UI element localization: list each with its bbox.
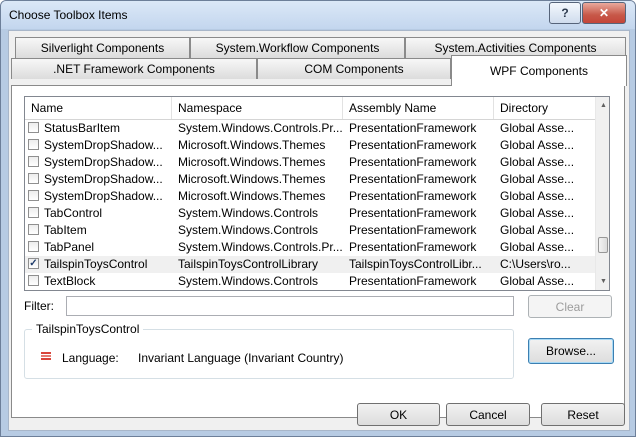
browse-button[interactable]: Browse... [528, 338, 614, 364]
list-header: Name Namespace Assembly Name Directory [25, 97, 595, 120]
filter-label: Filter: [24, 299, 54, 313]
column-header-name[interactable]: Name [25, 97, 172, 119]
scroll-thumb[interactable] [598, 237, 608, 253]
cell-assembly: PresentationFramework [349, 138, 477, 152]
table-row[interactable]: TabPanel System.Windows.Controls.Pr... Pre… [25, 239, 595, 256]
cell-directory: Global Asse... [500, 206, 575, 220]
column-header-assembly-name[interactable]: Assembly Name [343, 97, 494, 119]
cell-name: TabItem [44, 223, 87, 237]
cell-directory: Global Asse... [500, 155, 575, 169]
cell-namespace: Microsoft.Windows.Themes [178, 172, 326, 186]
cell-assembly: PresentationFramework [349, 223, 477, 237]
help-button[interactable]: ? [549, 2, 581, 24]
cell-assembly: PresentationFramework [349, 121, 477, 135]
checkbox-checked[interactable]: ✓ [28, 258, 39, 269]
cell-directory: Global Asse... [500, 189, 575, 203]
cell-directory: Global Asse... [500, 121, 575, 135]
scroll-up-icon[interactable]: ▲ [596, 97, 609, 114]
tab-net-framework-components[interactable]: .NET Framework Components [11, 58, 257, 79]
table-row[interactable]: SystemDropShadow... Microsoft.Windows.The… [25, 154, 595, 171]
checkbox[interactable] [28, 122, 39, 133]
reset-button[interactable]: Reset [541, 403, 625, 426]
wpf-components-panel: Name Namespace Assembly Name Directory S… [11, 85, 625, 418]
cell-namespace: Microsoft.Windows.Themes [178, 155, 326, 169]
cell-namespace: Microsoft.Windows.Themes [178, 189, 326, 203]
cell-namespace: System.Windows.Controls [178, 223, 319, 237]
checkbox[interactable] [28, 139, 39, 150]
cell-namespace: System.Windows.Controls [178, 206, 319, 220]
table-row[interactable]: SystemDropShadow... Microsoft.Windows.The… [25, 171, 595, 188]
cell-assembly: PresentationFramework [349, 189, 477, 203]
cell-directory: Global Asse... [500, 223, 575, 237]
cell-directory: Global Asse... [500, 138, 575, 152]
table-row[interactable]: SystemDropShadow... Microsoft.Windows.The… [25, 188, 595, 205]
tab-com-components[interactable]: COM Components [257, 58, 451, 79]
cell-directory: C:\Users\ro... [500, 257, 571, 271]
window-title: Choose Toolbox Items [9, 8, 128, 22]
table-row[interactable]: SystemDropShadow... Microsoft.Windows.The… [25, 137, 595, 154]
cell-assembly: PresentationFramework [349, 274, 477, 288]
checkbox[interactable] [28, 156, 39, 167]
ok-button[interactable]: OK [357, 403, 440, 426]
scroll-down-icon[interactable]: ▼ [596, 273, 609, 290]
list-vertical-scrollbar[interactable]: ▲ ▼ [595, 97, 609, 290]
cell-namespace: System.Windows.Controls.Pr... [178, 121, 343, 135]
component-details-title: TailspinToysControl [32, 322, 144, 336]
checkbox[interactable] [28, 275, 39, 286]
table-row[interactable]: StatusBarItem System.Windows.Controls.Pr.… [25, 120, 595, 137]
tab-silverlight-components[interactable]: Silverlight Components [15, 37, 190, 58]
language-value: Invariant Language (Invariant Country) [138, 351, 344, 365]
table-row[interactable]: TabControl System.Windows.Controls Present… [25, 205, 595, 222]
cell-name: StatusBarItem [44, 121, 121, 135]
component-icon [40, 350, 52, 362]
language-label: Language: [62, 351, 119, 365]
cell-assembly: PresentationFramework [349, 172, 477, 186]
table-row[interactable]: TabItem System.Windows.Controls Presentati… [25, 222, 595, 239]
cell-assembly: PresentationFramework [349, 240, 477, 254]
checkbox[interactable] [28, 224, 39, 235]
cell-assembly: PresentationFramework [349, 155, 477, 169]
clear-button[interactable]: Clear [528, 295, 612, 318]
list-rows: StatusBarItem System.Windows.Controls.Pr.… [25, 120, 595, 290]
components-list[interactable]: Name Namespace Assembly Name Directory S… [24, 96, 610, 291]
checkbox[interactable] [28, 207, 39, 218]
cell-name: SystemDropShadow... [44, 155, 163, 169]
cell-namespace: System.Windows.Controls.Pr... [178, 240, 343, 254]
dialog-client-area: Silverlight Components System.Workflow C… [8, 30, 630, 431]
tab-system-workflow-components[interactable]: System.Workflow Components [190, 37, 405, 58]
checkbox[interactable] [28, 190, 39, 201]
cell-name: SystemDropShadow... [44, 172, 163, 186]
cell-name: TabPanel [44, 240, 95, 254]
cancel-button[interactable]: Cancel [446, 403, 530, 426]
cell-directory: Global Asse... [500, 172, 575, 186]
cell-assembly: PresentationFramework [349, 206, 477, 220]
cell-namespace: Microsoft.Windows.Themes [178, 138, 326, 152]
title-bar[interactable]: Choose Toolbox Items ? ✕ [1, 1, 635, 29]
checkbox[interactable] [28, 173, 39, 184]
column-header-directory[interactable]: Directory [494, 97, 595, 119]
checkbox[interactable] [28, 241, 39, 252]
tab-wpf-components[interactable]: WPF Components [451, 55, 627, 86]
choose-toolbox-items-dialog: Choose Toolbox Items ? ✕ Silverlight Com… [0, 0, 636, 437]
cell-directory: Global Asse... [500, 240, 575, 254]
filter-input[interactable] [66, 296, 514, 316]
cell-assembly: TailspinToysControlLibr... [349, 257, 482, 271]
cell-name: TextBlock [44, 274, 96, 288]
cell-name: TabControl [44, 206, 103, 220]
cell-namespace: TailspinToysControlLibrary [178, 257, 319, 271]
cell-namespace: System.Windows.Controls [178, 274, 319, 288]
cell-directory: Global Asse... [500, 274, 575, 288]
close-button[interactable]: ✕ [582, 2, 626, 24]
cell-name: SystemDropShadow... [44, 189, 163, 203]
column-header-namespace[interactable]: Namespace [172, 97, 343, 119]
table-row[interactable]: ✓ TailspinToysControl TailspinToysControlL… [25, 256, 595, 273]
cell-name: SystemDropShadow... [44, 138, 163, 152]
cell-name: TailspinToysControl [44, 257, 148, 271]
table-row[interactable]: TextBlock System.Windows.Controls Presenta… [25, 273, 595, 290]
